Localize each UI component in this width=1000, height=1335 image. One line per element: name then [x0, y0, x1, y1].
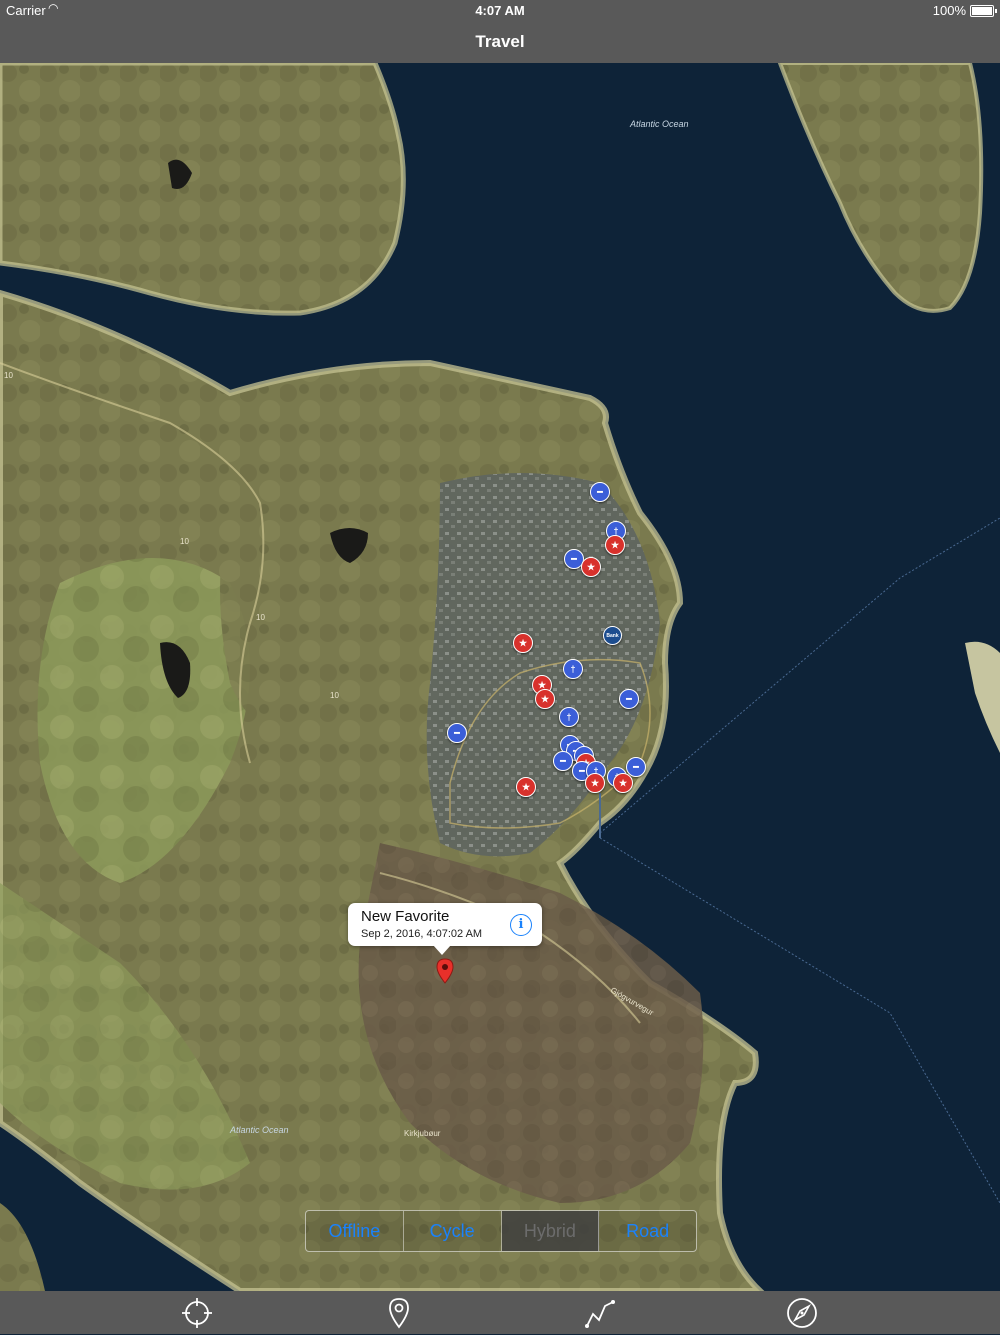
attraction-marker[interactable]: ★ [581, 557, 601, 577]
map-type-control[interactable]: Offline Cycle Hybrid Road [305, 1210, 697, 1252]
place-label: Kirkjubøur [404, 1129, 441, 1138]
favorite-callout[interactable]: New Favorite Sep 2, 2016, 4:07:02 AM i [348, 903, 542, 955]
attraction-marker[interactable]: ★ [535, 689, 555, 709]
hotel-marker[interactable]: ━ [447, 723, 467, 743]
restaurant-marker[interactable]: † [559, 707, 579, 727]
road-label: 10 [180, 537, 189, 546]
map-pin-icon[interactable] [382, 1296, 416, 1330]
hotel-marker[interactable]: ━ [619, 689, 639, 709]
map-type-road[interactable]: Road [599, 1211, 696, 1251]
map-type-hybrid[interactable]: Hybrid [501, 1211, 600, 1251]
battery-icon [970, 5, 997, 17]
attraction-marker[interactable]: ★ [516, 777, 536, 797]
status-time: 4:07 AM [475, 3, 525, 18]
crosshair-location-icon[interactable] [180, 1296, 214, 1330]
page-title: Travel [475, 32, 525, 51]
map-type-cycle[interactable]: Cycle [404, 1211, 502, 1251]
tab-bar [0, 1291, 1000, 1334]
attraction-marker[interactable]: ★ [613, 773, 633, 793]
navigation-bar: Travel [0, 20, 1000, 63]
map-type-offline[interactable]: Offline [306, 1211, 404, 1251]
hotel-marker[interactable]: ━ [553, 751, 573, 771]
callout-subtitle: Sep 2, 2016, 4:07:02 AM [361, 928, 483, 940]
map-view[interactable]: Atlantic Ocean Atlantic Ocean Kirkjubøur… [0, 63, 1000, 1291]
ocean-label: Atlantic Ocean [630, 119, 689, 129]
road-label: 10 [256, 613, 265, 622]
info-icon[interactable]: i [510, 914, 532, 936]
attraction-marker[interactable]: ★ [585, 773, 605, 793]
status-bar: Carrier ◠ 4:07 AM 100% [0, 0, 1000, 20]
restaurant-marker[interactable]: † [563, 659, 583, 679]
hotel-marker[interactable]: ━ [590, 482, 610, 502]
route-icon[interactable] [583, 1296, 617, 1330]
callout-title: New Favorite [361, 908, 450, 925]
compass-icon[interactable] [785, 1296, 819, 1330]
satellite-imagery [0, 63, 1000, 1291]
attraction-marker[interactable]: ★ [513, 633, 533, 653]
road-label: 10 [4, 371, 13, 380]
attraction-marker[interactable]: ★ [605, 535, 625, 555]
bank-marker[interactable]: Bank [603, 626, 622, 645]
map-pin-icon[interactable] [434, 958, 456, 984]
ocean-label: Atlantic Ocean [230, 1125, 289, 1135]
road-label: 10 [330, 691, 339, 700]
battery-percent: 100% [932, 3, 966, 18]
